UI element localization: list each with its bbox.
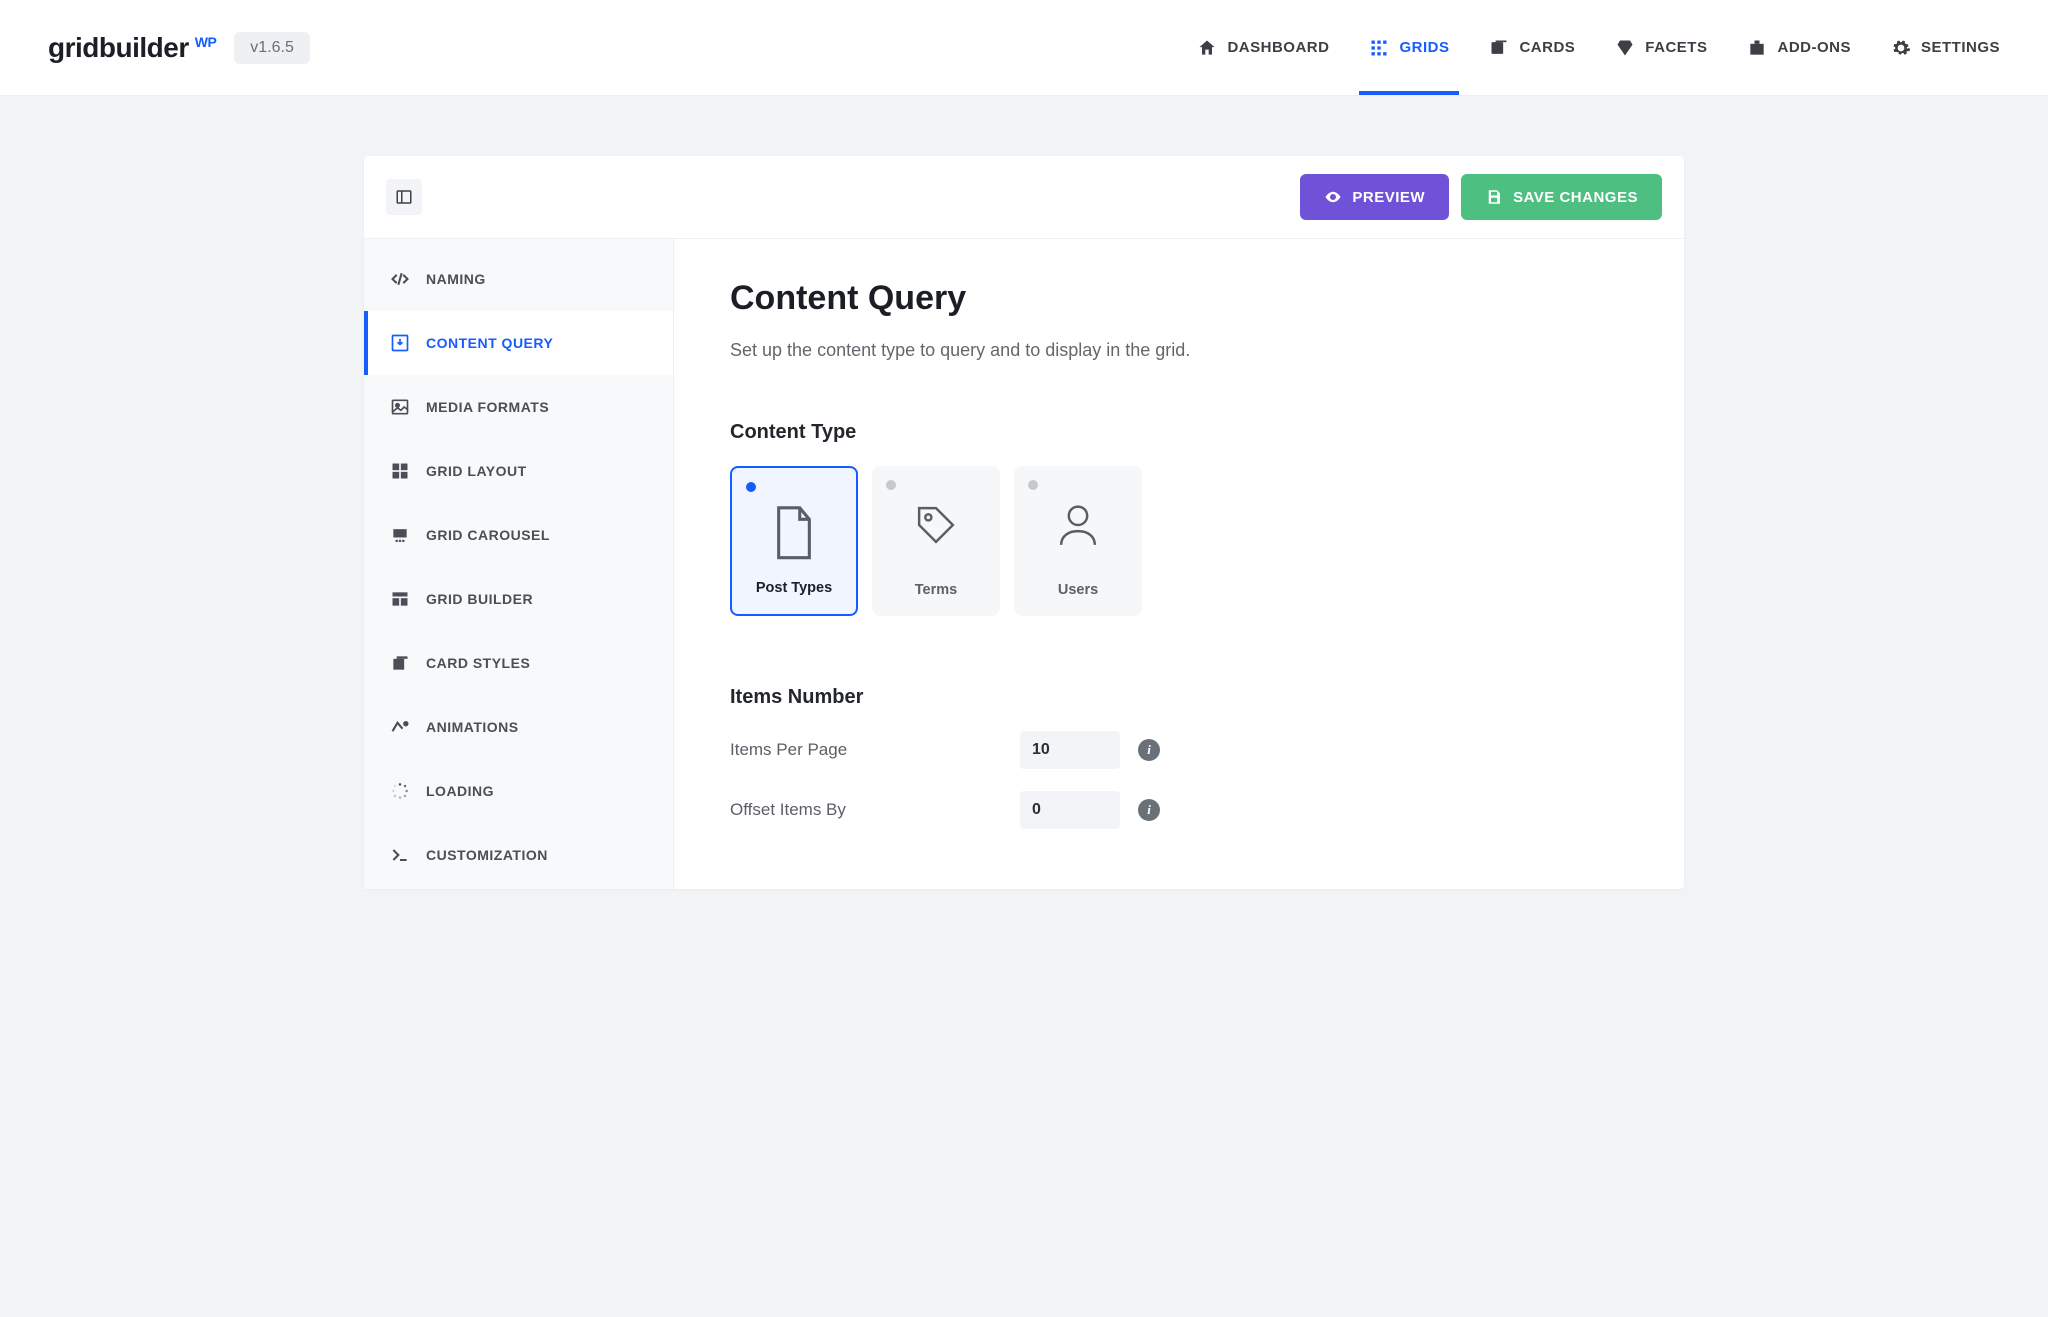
- radio-dot: [886, 480, 896, 490]
- home-icon: [1197, 38, 1217, 58]
- panel-icon: [395, 188, 413, 206]
- user-icon: [1055, 502, 1101, 558]
- gear-icon: [1891, 38, 1911, 58]
- sidebar-item-loading[interactable]: LOADING: [364, 759, 673, 823]
- row-offset-items-by: Offset Items By i: [730, 791, 1628, 829]
- eye-icon: [1324, 188, 1342, 206]
- content-type-heading: Content Type: [730, 421, 1628, 444]
- radio-dot: [1028, 480, 1038, 490]
- sidebar-toggle[interactable]: [386, 179, 422, 215]
- items-number-heading: Items Number: [730, 686, 1628, 709]
- content-type-terms[interactable]: Terms: [872, 466, 1000, 616]
- sidebar-item-label: ANIMATIONS: [426, 719, 519, 735]
- cards-icon: [1489, 38, 1509, 58]
- radio-dot: [746, 482, 756, 492]
- addon-icon: [1747, 38, 1767, 58]
- offset-items-by-label: Offset Items By: [730, 800, 1020, 820]
- layout-icon: [390, 461, 410, 481]
- sidebar-item-grid-layout[interactable]: GRID LAYOUT: [364, 439, 673, 503]
- settings-sidebar: NAMING CONTENT QUERY MEDIA FORMATS GRID …: [364, 239, 674, 889]
- diamond-icon: [1615, 38, 1635, 58]
- nav-dashboard[interactable]: DASHBOARD: [1197, 0, 1329, 95]
- offset-items-by-input[interactable]: [1020, 791, 1120, 829]
- sidebar-item-media-formats[interactable]: MEDIA FORMATS: [364, 375, 673, 439]
- sidebar-item-label: CONTENT QUERY: [426, 335, 553, 351]
- sidebar-item-animations[interactable]: ANIMATIONS: [364, 695, 673, 759]
- preview-button[interactable]: PREVIEW: [1300, 174, 1449, 220]
- file-icon: [771, 504, 817, 560]
- grid-icon: [1369, 38, 1389, 58]
- nav-facets[interactable]: FACETS: [1615, 0, 1707, 95]
- action-bar: PREVIEW SAVE CHANGES: [364, 156, 1684, 239]
- row-items-per-page: Items Per Page i: [730, 731, 1628, 769]
- nav-settings[interactable]: SETTINGS: [1891, 0, 2000, 95]
- card-label: Terms: [915, 582, 957, 598]
- sidebar-item-label: GRID BUILDER: [426, 591, 533, 607]
- topbar: gridbuilder WP v1.6.5 DASHBOARD GRIDS CA…: [0, 0, 2048, 96]
- sidebar-item-customization[interactable]: CUSTOMIZATION: [364, 823, 673, 887]
- nav-label: SETTINGS: [1921, 39, 2000, 56]
- version-badge: v1.6.5: [234, 32, 310, 64]
- nav-label: CARDS: [1519, 39, 1575, 56]
- items-per-page-input[interactable]: [1020, 731, 1120, 769]
- save-button[interactable]: SAVE CHANGES: [1461, 174, 1662, 220]
- nav-label: DASHBOARD: [1227, 39, 1329, 56]
- button-label: PREVIEW: [1352, 189, 1425, 206]
- content-type-options: Post Types Terms Users: [730, 466, 1628, 616]
- sidebar-item-label: CUSTOMIZATION: [426, 847, 548, 863]
- sidebar-item-label: LOADING: [426, 783, 494, 799]
- spinner-icon: [390, 781, 410, 801]
- brand-logo: gridbuilder WP: [48, 32, 216, 64]
- sidebar-item-grid-carousel[interactable]: GRID CAROUSEL: [364, 503, 673, 567]
- nav-label: GRIDS: [1399, 39, 1449, 56]
- sidebar-item-naming[interactable]: NAMING: [364, 247, 673, 311]
- items-per-page-label: Items Per Page: [730, 740, 1020, 760]
- sidebar-item-label: CARD STYLES: [426, 655, 530, 671]
- card-label: Users: [1058, 582, 1098, 598]
- content-type-users[interactable]: Users: [1014, 466, 1142, 616]
- animation-icon: [390, 717, 410, 737]
- page-subtitle: Set up the content type to query and to …: [730, 340, 1628, 361]
- info-icon[interactable]: i: [1138, 799, 1160, 821]
- prompt-icon: [390, 845, 410, 865]
- nav-label: ADD-ONS: [1777, 39, 1851, 56]
- sidebar-item-label: GRID LAYOUT: [426, 463, 527, 479]
- stack-icon: [390, 653, 410, 673]
- card-label: Post Types: [756, 580, 832, 596]
- app-body: NAMING CONTENT QUERY MEDIA FORMATS GRID …: [364, 239, 1684, 889]
- content-type-post-types[interactable]: Post Types: [730, 466, 858, 616]
- brand-suffix: WP: [195, 34, 217, 50]
- sidebar-item-card-styles[interactable]: CARD STYLES: [364, 631, 673, 695]
- nav-grids[interactable]: GRIDS: [1369, 0, 1449, 95]
- tag-icon: [913, 502, 959, 558]
- image-icon: [390, 397, 410, 417]
- button-label: SAVE CHANGES: [1513, 189, 1638, 206]
- builder-icon: [390, 589, 410, 609]
- nav-label: FACETS: [1645, 39, 1707, 56]
- app-panel: PREVIEW SAVE CHANGES NAMING CONTENT QUER…: [364, 156, 1684, 889]
- sidebar-item-label: GRID CAROUSEL: [426, 527, 550, 543]
- page-title: Content Query: [730, 279, 1628, 318]
- top-navigation: DASHBOARD GRIDS CARDS FACETS ADD-ONS SET…: [1197, 0, 2000, 95]
- carousel-icon: [390, 525, 410, 545]
- brand-name: gridbuilder: [48, 32, 189, 64]
- sidebar-item-label: NAMING: [426, 271, 486, 287]
- content-area: Content Query Set up the content type to…: [674, 239, 1684, 889]
- sidebar-item-label: MEDIA FORMATS: [426, 399, 549, 415]
- download-box-icon: [390, 333, 410, 353]
- code-icon: [390, 269, 410, 289]
- info-icon[interactable]: i: [1138, 739, 1160, 761]
- sidebar-item-grid-builder[interactable]: GRID BUILDER: [364, 567, 673, 631]
- nav-addons[interactable]: ADD-ONS: [1747, 0, 1851, 95]
- save-icon: [1485, 188, 1503, 206]
- sidebar-item-content-query[interactable]: CONTENT QUERY: [364, 311, 673, 375]
- nav-cards[interactable]: CARDS: [1489, 0, 1575, 95]
